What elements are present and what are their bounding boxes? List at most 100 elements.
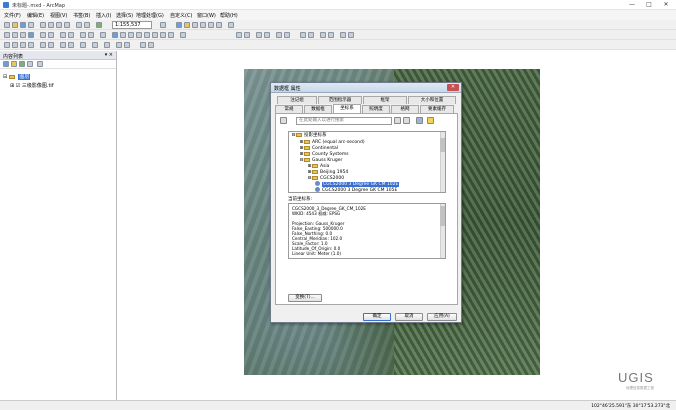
layout-icon[interactable] [276,32,282,38]
add-to-favorites-icon[interactable] [416,117,423,124]
list-by-drawing-order-icon[interactable] [3,61,9,67]
python-window-icon[interactable] [208,22,214,28]
data-driven-pages-icon[interactable] [124,42,130,48]
adjust-link-icon[interactable] [308,32,314,38]
dialog-close-button[interactable]: ✕ [447,84,459,91]
tree-scrollbar[interactable] [440,132,445,192]
list-by-visibility-icon[interactable] [19,61,25,67]
full-extent-icon[interactable] [28,32,34,38]
model-builder-icon[interactable] [216,22,222,28]
spatial-adjust-icon[interactable] [300,32,306,38]
layers-node[interactable]: ⊟ 图层 [3,73,31,80]
cut-icon[interactable] [40,22,46,28]
paste-icon[interactable] [56,22,62,28]
tree-scrollbar-thumb[interactable] [440,138,445,152]
draw-tool-icon[interactable] [236,32,242,38]
zoom-percent-icon[interactable] [80,42,86,48]
zoom-out-icon[interactable] [12,32,18,38]
tab-coordinate-system[interactable]: 坐标系 [333,104,361,113]
tab-frame[interactable]: 框架 [363,96,407,104]
list-by-selection-icon[interactable] [27,61,33,67]
georef-link-icon[interactable] [264,32,270,38]
arctoolbox-icon[interactable] [200,22,206,28]
layout-zoom-icon[interactable] [284,32,290,38]
redo-icon[interactable] [84,22,90,28]
clear-search-icon[interactable] [403,117,410,124]
select-elements-icon[interactable] [100,32,106,38]
details-scrollbar-thumb[interactable] [440,206,445,226]
search-window-icon[interactable] [192,22,198,28]
forward-extent-icon[interactable] [68,32,74,38]
draw-text-icon[interactable] [244,32,250,38]
details-scrollbar[interactable] [440,204,445,258]
pan-icon[interactable] [20,32,26,38]
advanced-edit-icon[interactable] [340,32,346,38]
select-features-icon[interactable] [80,32,86,38]
transformations-button[interactable]: 变换(T)... [288,294,322,302]
export-map-icon[interactable] [148,42,154,48]
menu-customize[interactable]: 自定义(C) [170,12,192,19]
tab-annotation-groups[interactable]: 注记组 [277,96,317,104]
find-icon[interactable] [144,32,150,38]
open-icon[interactable] [12,22,18,28]
back-extent-icon[interactable] [60,32,66,38]
zoom-in-icon[interactable] [4,32,10,38]
zoom-100-icon[interactable] [40,42,46,48]
layer-item[interactable]: ⊞ ☑ 三级影像图.tif [10,82,54,89]
tab-size-position[interactable]: 大小和位置 [408,96,456,104]
ok-button[interactable]: 确定 [363,313,391,321]
layout-zoom-in-icon[interactable] [4,42,10,48]
fixed-zoom-in-icon[interactable] [40,32,46,38]
menu-view[interactable]: 视图(V) [50,12,67,19]
minimize-button[interactable]: — [626,1,638,9]
html-popup-icon[interactable] [128,32,134,38]
advanced-edit-2-icon[interactable] [348,32,354,38]
focus-data-frame-icon[interactable] [104,42,110,48]
toggle-draft-icon[interactable] [92,42,98,48]
clear-selection-icon[interactable] [88,32,94,38]
fixed-layout-zoom-icon[interactable] [48,42,54,48]
catalog-window-icon[interactable] [184,22,190,28]
maximize-button[interactable]: □ [643,1,655,9]
tab-general[interactable]: 常规 [275,105,303,113]
toc-window-controls[interactable]: ▾ × [105,52,113,58]
cancel-button[interactable]: 取消 [395,313,423,321]
filter-icon[interactable] [280,117,287,124]
change-layout-icon[interactable] [116,42,122,48]
menu-file[interactable]: 文件(F) [4,12,21,19]
menu-help[interactable]: 帮助(H) [220,12,238,19]
hyperlink-icon[interactable] [120,32,126,38]
identify-icon[interactable] [112,32,118,38]
list-by-source-icon[interactable] [11,61,17,67]
menu-geoprocessing[interactable]: 地理处理(G) [136,12,164,19]
tree-item-projected[interactable]: ⊟ 投影坐标系 [291,132,327,139]
prev-layout-extent-icon[interactable] [60,42,66,48]
tab-data-frame[interactable]: 数据框 [304,105,332,113]
add-data-icon[interactable] [96,22,102,28]
new-map-icon[interactable] [4,22,10,28]
tab-extent-indicators[interactable]: 范围指示器 [318,96,362,104]
menu-bookmarks[interactable]: 书签(B) [73,12,90,19]
zoom-whole-page-icon[interactable] [28,42,34,48]
search-icon[interactable] [394,117,401,124]
tab-feature-cache[interactable]: 要素缓存 [420,105,454,113]
print-preview-icon[interactable] [140,42,146,48]
georef-icon[interactable] [256,32,262,38]
menu-windows[interactable]: 窗口(W) [197,12,216,19]
new-coordinate-system-icon[interactable] [427,117,434,124]
delete-icon[interactable] [64,22,70,28]
topology-edit-icon[interactable] [328,32,334,38]
topology-icon[interactable] [320,32,326,38]
coordinate-system-tree[interactable]: ⊟ 投影坐标系 ⊞ ARC (equal arc-second) ⊞ Continen… [288,131,446,193]
fixed-zoom-out-icon[interactable] [48,32,54,38]
layout-zoom-out-icon[interactable] [12,42,18,48]
print-icon[interactable] [28,22,34,28]
next-layout-extent-icon[interactable] [68,42,74,48]
editor-toolbar-icon[interactable] [160,22,166,28]
copy-icon[interactable] [48,22,54,28]
tree-item-cgcs2000-105e[interactable]: CGCS2000 3 Degree GK CM 105E [315,187,397,192]
create-viewer-icon[interactable] [180,32,186,38]
save-icon[interactable] [20,22,26,28]
toc-window-icon[interactable] [176,22,182,28]
find-route-icon[interactable] [152,32,158,38]
